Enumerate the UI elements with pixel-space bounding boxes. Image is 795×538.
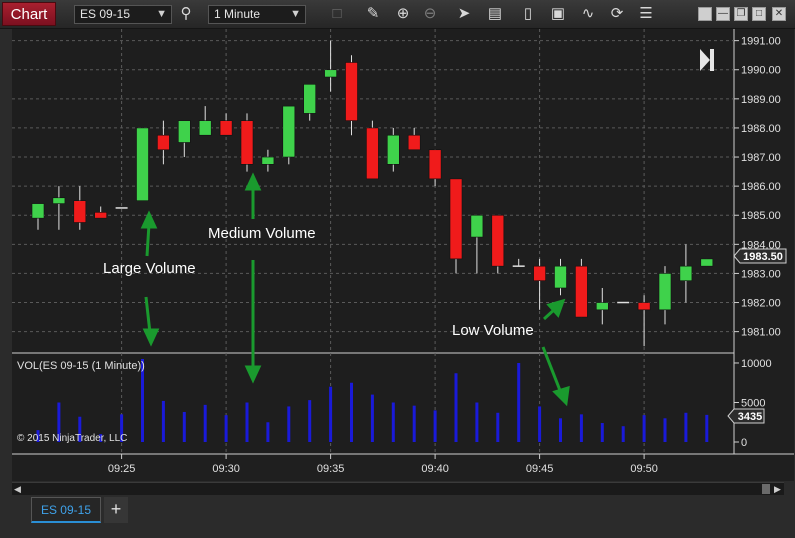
last-price-label: 1983.50 — [743, 251, 783, 263]
window-button-1[interactable] — [698, 7, 712, 21]
price-tick-label: 1983.00 — [741, 268, 781, 280]
candle-body — [595, 302, 609, 311]
chevron-down-icon: ▼ — [290, 8, 301, 20]
zoom-in-icon[interactable]: ⊕ — [393, 4, 413, 24]
low-volume-annotation: Low Volume — [452, 322, 534, 339]
price-tick-label: 1990.00 — [741, 65, 781, 77]
candle-body — [136, 127, 149, 201]
time-tick-label: 09:40 — [421, 463, 449, 475]
volume-tick-label: 10000 — [741, 358, 772, 370]
instrument-selector[interactable]: ES 09-15 ▼ — [74, 5, 172, 24]
candle-body — [637, 302, 651, 311]
chart-panel[interactable]: 1991.00 1990.00 1989.00 1988.00 1987.00 1986.… — [12, 29, 794, 481]
interval-value: 1 Minute — [214, 7, 261, 21]
chevron-down-icon: ▼ — [156, 8, 167, 20]
price-tick-label: 1989.00 — [741, 94, 781, 106]
list-icon[interactable]: ☰ — [636, 4, 656, 24]
candle-body — [219, 120, 233, 136]
candle-body — [94, 212, 107, 219]
time-tick-label: 09:45 — [526, 463, 554, 475]
copyright-text: © 2015 NinjaTrader, LLC — [17, 433, 127, 444]
large-volume-arrow-up — [145, 223, 151, 257]
candle-body — [324, 69, 337, 78]
reload-icon[interactable]: ⟳ — [607, 4, 627, 24]
candle-body — [261, 156, 275, 165]
time-tick-label: 09:50 — [630, 463, 658, 475]
candle-body — [700, 258, 714, 267]
candle-body — [386, 134, 400, 165]
candle-body — [240, 120, 254, 165]
candle-body — [282, 105, 296, 158]
bar-type-icon[interactable]: ▯ — [518, 4, 538, 24]
scroll-thumb[interactable] — [762, 484, 770, 494]
time-tick-label: 09:35 — [317, 463, 345, 475]
candle-body — [449, 178, 463, 260]
candle-body — [52, 197, 66, 204]
last-price-marker: 1983.50 — [733, 248, 787, 264]
candle-body — [345, 62, 358, 121]
time-tick-label: 09:30 — [212, 463, 240, 475]
medium-volume-annotation: Medium Volume — [208, 225, 316, 242]
restore-button[interactable]: ❐ — [734, 7, 748, 21]
candle-body — [407, 134, 421, 151]
last-volume-marker: 3435 — [727, 408, 765, 424]
instrument-value: ES 09-15 — [80, 7, 131, 21]
candle-body — [575, 265, 588, 318]
candle-body — [554, 265, 567, 289]
candle-body — [157, 134, 170, 151]
candle-body — [658, 273, 672, 311]
candle-body — [491, 214, 505, 267]
add-tab-button[interactable]: + — [104, 497, 128, 523]
strategies-icon[interactable]: ▣ — [548, 4, 568, 24]
price-tick-label: 1991.00 — [741, 36, 781, 48]
chart-toolbar: Chart ES 09-15 ▼ ⚲ 1 Minute ▼ □ ✎ ⊕ ⊖ ➤ … — [0, 0, 795, 29]
properties-icon[interactable]: ▤ — [485, 4, 505, 24]
minimize-button[interactable]: — — [716, 7, 730, 21]
price-tick-label: 1988.00 — [741, 123, 781, 135]
candle-body — [428, 149, 442, 180]
volume-indicator-label: VOL(ES 09-15 (1 Minute)) — [17, 360, 145, 372]
scroll-right-icon[interactable]: ▶ — [774, 483, 781, 495]
indicators-icon[interactable]: ∿ — [578, 4, 598, 24]
candle-body — [31, 203, 45, 219]
search-icon[interactable]: ⚲ — [176, 4, 196, 24]
chart-tab-bar: ES 09-15 + — [0, 495, 795, 538]
volume-tick-label: 5000 — [741, 397, 765, 409]
candle-body — [73, 200, 87, 223]
interval-selector[interactable]: 1 Minute ▼ — [208, 5, 306, 24]
tab-es-09-15[interactable]: ES 09-15 — [31, 497, 101, 523]
candle-body — [198, 120, 212, 136]
candle-body — [303, 83, 317, 114]
price-tick-label: 1987.00 — [741, 152, 781, 164]
close-button[interactable]: ✕ — [772, 7, 786, 21]
price-tick-label: 1982.00 — [741, 298, 781, 310]
large-volume-annotation: Large Volume — [103, 260, 196, 277]
blank-square-icon[interactable]: □ — [327, 4, 347, 24]
candle-body — [470, 214, 484, 238]
candle-body — [679, 265, 693, 282]
chart-canvas[interactable]: 1991.00 1990.00 1989.00 1988.00 1987.00 1986.… — [12, 29, 794, 481]
pointer-icon[interactable]: ➤ — [454, 4, 474, 24]
price-tick-label: 1981.00 — [741, 327, 781, 339]
candle-body — [366, 127, 379, 180]
horizontal-scrollbar[interactable]: ◀ ▶ — [12, 482, 784, 496]
pencil-icon[interactable]: ✎ — [363, 4, 383, 24]
price-panel — [12, 29, 734, 352]
price-tick-label: 1986.00 — [741, 181, 781, 193]
candle-body — [178, 120, 191, 143]
candle-body — [533, 265, 546, 282]
zoom-out-icon[interactable]: ⊖ — [420, 4, 440, 24]
chart-window-tab[interactable]: Chart — [2, 2, 56, 26]
scroll-left-icon[interactable]: ◀ — [14, 483, 21, 495]
maximize-button[interactable]: □ — [752, 7, 766, 21]
last-volume-label: 3435 — [738, 411, 762, 423]
time-tick-label: 09:25 — [108, 463, 136, 475]
volume-tick-label: 0 — [741, 437, 747, 449]
price-tick-label: 1985.00 — [741, 210, 781, 222]
